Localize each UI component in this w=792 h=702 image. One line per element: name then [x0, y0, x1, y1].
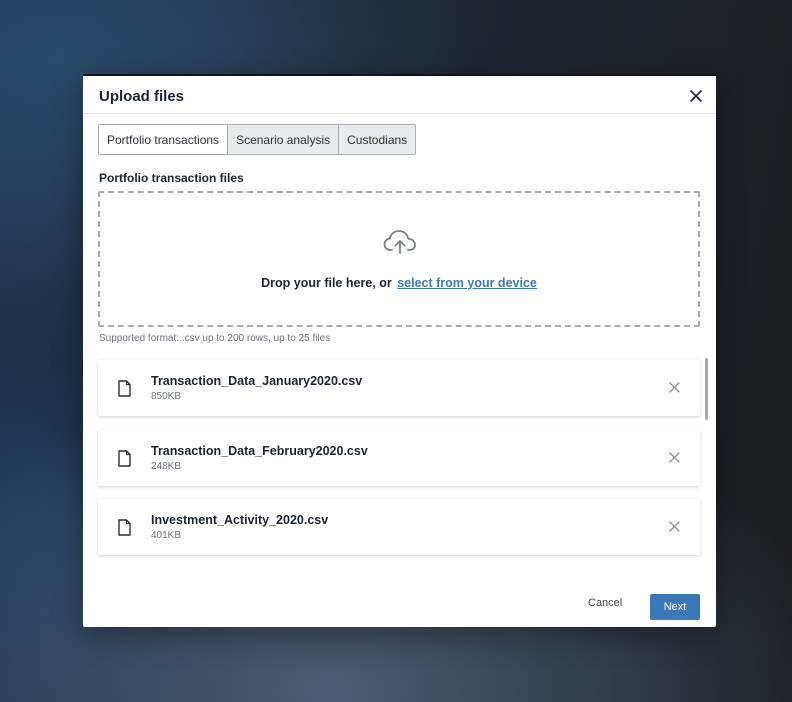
file-name: Transaction_Data_January2020.csv	[151, 374, 363, 388]
select-from-device-link[interactable]: select from your device	[397, 276, 537, 290]
remove-file-icon[interactable]	[669, 382, 680, 393]
cancel-button[interactable]: Cancel	[588, 597, 622, 609]
section-title: Portfolio transaction files	[99, 171, 244, 185]
upload-files-dialog: Upload files Portfolio transactions Scen…	[83, 74, 716, 627]
tab-portfolio-transactions[interactable]: Portfolio transactions	[99, 125, 228, 154]
drop-instructions: Drop your file here, or select from your…	[100, 276, 698, 290]
file-size: 850KB	[151, 391, 182, 402]
file-size: 248KB	[151, 461, 182, 472]
file-item: Transaction_Data_January2020.csv 850KB	[98, 360, 700, 416]
file-item: Transaction_Data_February2020.csv 248KB	[98, 430, 700, 486]
file-icon	[118, 519, 131, 536]
file-icon	[118, 450, 131, 467]
tab-scenario-analysis[interactable]: Scenario analysis	[227, 125, 339, 154]
file-list-scrollbar[interactable]	[705, 358, 708, 420]
upload-type-tabs: Portfolio transactions Scenario analysis…	[98, 124, 417, 155]
file-size: 401KB	[151, 530, 182, 541]
file-icon	[118, 380, 131, 397]
cloud-upload-icon	[383, 230, 416, 254]
dialog-title: Upload files	[99, 88, 185, 105]
remove-file-icon[interactable]	[669, 452, 680, 463]
file-name: Investment_Activity_2020.csv	[151, 513, 329, 527]
file-dropzone[interactable]: Drop your file here, or select from your…	[98, 191, 700, 327]
drop-text: Drop your file here, or	[261, 276, 392, 290]
file-item: Investment_Activity_2020.csv 401KB	[98, 499, 700, 555]
remove-file-icon[interactable]	[669, 521, 680, 532]
next-button[interactable]: Next	[650, 594, 700, 620]
dialog-header: Upload files	[83, 76, 716, 114]
tab-custodians[interactable]: Custodians	[338, 125, 416, 154]
close-icon[interactable]	[690, 90, 702, 102]
file-name: Transaction_Data_February2020.csv	[151, 444, 368, 458]
supported-format-hint: Supported format: .csv up to 200 rows, u…	[99, 333, 331, 344]
